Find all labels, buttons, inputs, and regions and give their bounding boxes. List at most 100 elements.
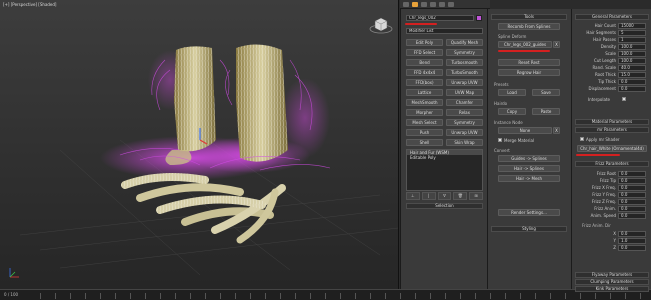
- viewcube-icon[interactable]: [369, 12, 393, 36]
- frizz-spinner[interactable]: 0.0: [618, 192, 646, 198]
- modifier-button[interactable]: FFD 4x4x4: [406, 69, 443, 76]
- param-spinner[interactable]: 15000: [618, 23, 646, 29]
- modifier-button[interactable]: Skin Wrap: [446, 139, 483, 146]
- modifier-button[interactable]: FFD Select: [406, 49, 443, 56]
- frizz-row: Frizz Anim. 0.0: [572, 206, 651, 212]
- frizz-parameters-rollout[interactable]: Frizz Parameters: [575, 161, 649, 167]
- modifier-button[interactable]: Symmetry: [446, 49, 483, 56]
- modifier-button[interactable]: Shell: [406, 139, 443, 146]
- tools-header[interactable]: Tools: [491, 14, 567, 20]
- frizz-row: Frizz X Freq. 0.0: [572, 185, 651, 191]
- stack-item[interactable]: Editable Poly: [407, 155, 482, 160]
- modifier-list-dropdown[interactable]: Modifier List: [406, 28, 483, 34]
- param-row: Hair Count 15000: [572, 23, 651, 29]
- perspective-viewport[interactable]: [+] [Perspective] [Shaded]: [0, 0, 399, 289]
- timeline-ticks[interactable]: [40, 293, 645, 299]
- modifier-button[interactable]: Push: [406, 129, 443, 136]
- param-spinner[interactable]: 0.0: [618, 79, 646, 85]
- make-unique-icon[interactable]: ∀: [437, 192, 452, 200]
- param-row: Hair Segments 5: [572, 30, 651, 36]
- regrow-hair-button[interactable]: Regrow Hair: [498, 69, 560, 76]
- frizz-spinner[interactable]: 0.0: [618, 206, 646, 212]
- frizz-spinner[interactable]: 0.0: [618, 185, 646, 191]
- flyaway-parameters-rollout[interactable]: Flyaway Parameters: [575, 272, 649, 278]
- pin-icon[interactable]: ⊥: [406, 192, 420, 200]
- param-spinner[interactable]: 40.0: [618, 65, 646, 71]
- mr-shader-picker[interactable]: Chr_hair_White (Ornamental4d): [577, 145, 647, 152]
- rollout-selection[interactable]: Selection: [406, 203, 483, 209]
- param-row: Cut Length 100.0: [572, 58, 651, 64]
- object-name-field[interactable]: Chr_legs_002: [406, 15, 474, 21]
- hierarchy-tab-icon[interactable]: [421, 2, 427, 7]
- modifier-button[interactable]: Edit Poly: [406, 39, 443, 46]
- clear-spline-icon[interactable]: X: [553, 41, 560, 48]
- param-spinner[interactable]: 15.0: [618, 72, 646, 78]
- dir-spinner[interactable]: 0.0: [618, 231, 646, 237]
- instance-node-picker[interactable]: None: [498, 127, 552, 134]
- param-spinner[interactable]: 5: [618, 30, 646, 36]
- display-tab-icon[interactable]: [439, 2, 445, 7]
- apply-mr-shader-checkbox[interactable]: [580, 137, 584, 141]
- clumping-parameters-rollout[interactable]: Clumping Parameters: [575, 279, 649, 285]
- param-spinner[interactable]: 100.0: [618, 58, 646, 64]
- modifier-button[interactable]: Unwrap UVW: [446, 129, 483, 136]
- object-color-swatch[interactable]: [476, 15, 482, 21]
- mr-parameters-rollout[interactable]: mr Parameters: [575, 127, 649, 133]
- reset-rest-button[interactable]: Reset Rest: [498, 59, 560, 66]
- modifier-button[interactable]: FFD(box): [406, 79, 443, 86]
- annotation-underline: [576, 154, 620, 156]
- modifier-button[interactable]: Lattice: [406, 89, 443, 96]
- modifier-button[interactable]: Bend: [406, 59, 443, 66]
- merge-material-checkbox[interactable]: [498, 138, 502, 142]
- param-spinner[interactable]: 100.0: [618, 51, 646, 57]
- modifier-button[interactable]: Morpher: [406, 109, 443, 116]
- modifier-button[interactable]: Mesh Select: [406, 119, 443, 126]
- guides-to-splines-button[interactable]: Guides -> Splines: [498, 155, 560, 162]
- dir-spinner[interactable]: 0.0: [618, 245, 646, 251]
- load-button[interactable]: Load: [498, 89, 526, 96]
- modifier-button[interactable]: Chamfer: [446, 99, 483, 106]
- create-tab-icon[interactable]: [403, 2, 409, 7]
- param-spinner[interactable]: 1: [618, 37, 646, 43]
- annotation-underline: [498, 50, 550, 52]
- modifier-button[interactable]: UVW Map: [446, 89, 483, 96]
- kink-parameters-rollout[interactable]: Kink Parameters: [575, 286, 649, 292]
- frizz-spinner[interactable]: 0.0: [618, 199, 646, 205]
- frizz-spinner[interactable]: 0.0: [618, 171, 646, 177]
- motion-tab-icon[interactable]: [430, 2, 436, 7]
- timeline[interactable]: 0 / 100: [0, 289, 651, 300]
- modifier-button[interactable]: Symmetry: [446, 119, 483, 126]
- dir-spinner[interactable]: 1.0: [618, 238, 646, 244]
- modifier-button[interactable]: Unwrap UVW: [446, 79, 483, 86]
- save-button[interactable]: Save: [532, 89, 560, 96]
- render-settings-button[interactable]: Render Settings...: [498, 209, 560, 216]
- interpolate-checkbox[interactable]: [622, 97, 626, 101]
- dir-row: Y 1.0: [572, 238, 651, 244]
- modifier-stack[interactable]: Hair and Fur (WSM) Editable Poly: [406, 149, 483, 191]
- param-spinner[interactable]: 0.0: [618, 86, 646, 92]
- frizz-spinner[interactable]: 0.0: [618, 213, 646, 219]
- modifier-button[interactable]: Relax: [446, 109, 483, 116]
- recomb-button[interactable]: Recomb From Splines: [498, 23, 560, 30]
- hair-to-splines-button[interactable]: Hair -> Splines: [498, 165, 560, 172]
- modifier-button[interactable]: Turbosmooth: [446, 59, 483, 66]
- general-parameters-header[interactable]: General Parameters: [575, 14, 649, 20]
- modifier-button[interactable]: Quadify Mesh: [446, 39, 483, 46]
- configure-icon[interactable]: ⊞: [469, 192, 483, 200]
- clear-instance-icon[interactable]: X: [553, 127, 560, 134]
- show-end-icon[interactable]: |: [421, 192, 436, 200]
- rollout-styling[interactable]: Styling: [491, 226, 567, 232]
- modifier-button[interactable]: MeshSmooth: [406, 99, 443, 106]
- modify-tab-icon[interactable]: [412, 2, 418, 7]
- copy-button[interactable]: Copy: [498, 108, 526, 115]
- hair-to-mesh-button[interactable]: Hair -> Mesh: [498, 175, 560, 182]
- modifier-button[interactable]: TurboSmooth: [446, 69, 483, 76]
- param-spinner[interactable]: 100.0: [618, 44, 646, 50]
- utilities-tab-icon[interactable]: [448, 2, 454, 7]
- paste-button[interactable]: Paste: [532, 108, 560, 115]
- right-leg-hair: [236, 44, 288, 162]
- material-parameters-rollout[interactable]: Material Parameters: [575, 119, 649, 125]
- remove-icon[interactable]: 🗑: [453, 192, 468, 200]
- spline-deform-picker[interactable]: Chr_legs_002_guides: [498, 41, 552, 48]
- frizz-spinner[interactable]: 0.0: [618, 178, 646, 184]
